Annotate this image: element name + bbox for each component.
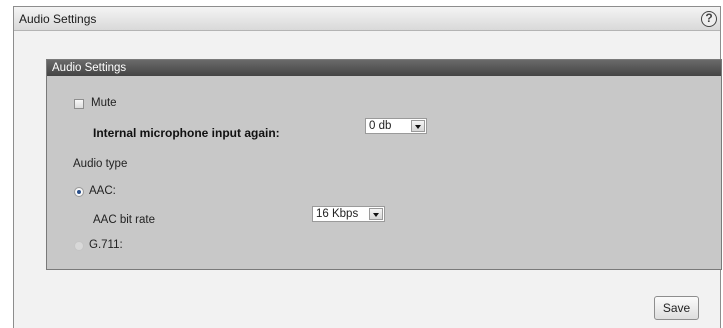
audio-settings-panel: Audio Settings Mute Internal microphone … — [46, 59, 722, 270]
panel-header: Audio Settings — [47, 60, 721, 76]
window-title: Audio Settings — [19, 12, 97, 26]
aac-bit-rate-label: AAC bit rate — [93, 214, 155, 226]
audio-type-label: Audio type — [73, 158, 128, 170]
mute-checkbox[interactable] — [74, 99, 84, 109]
mute-label: Mute — [91, 97, 117, 109]
aac-bit-rate-value: 16 Kbps — [316, 208, 359, 220]
audio-settings-window: Audio Settings ? Audio Settings Mute Int… — [13, 6, 722, 328]
g711-radio[interactable] — [74, 241, 84, 251]
mic-gain-select[interactable]: 0 db — [365, 118, 427, 134]
mic-gain-value: 0 db — [369, 120, 392, 132]
g711-label: G.711: — [89, 239, 123, 251]
chevron-down-icon[interactable] — [411, 120, 425, 132]
window-titlebar: Audio Settings ? — [14, 7, 720, 31]
help-icon[interactable]: ? — [701, 11, 717, 27]
chevron-down-icon[interactable] — [369, 208, 383, 220]
aac-bit-rate-select[interactable]: 16 Kbps — [312, 206, 385, 222]
mic-gain-label: Internal microphone input again: — [93, 126, 280, 140]
save-button[interactable]: Save — [654, 296, 699, 320]
aac-radio[interactable] — [74, 187, 84, 197]
aac-label: AAC: — [89, 185, 116, 197]
